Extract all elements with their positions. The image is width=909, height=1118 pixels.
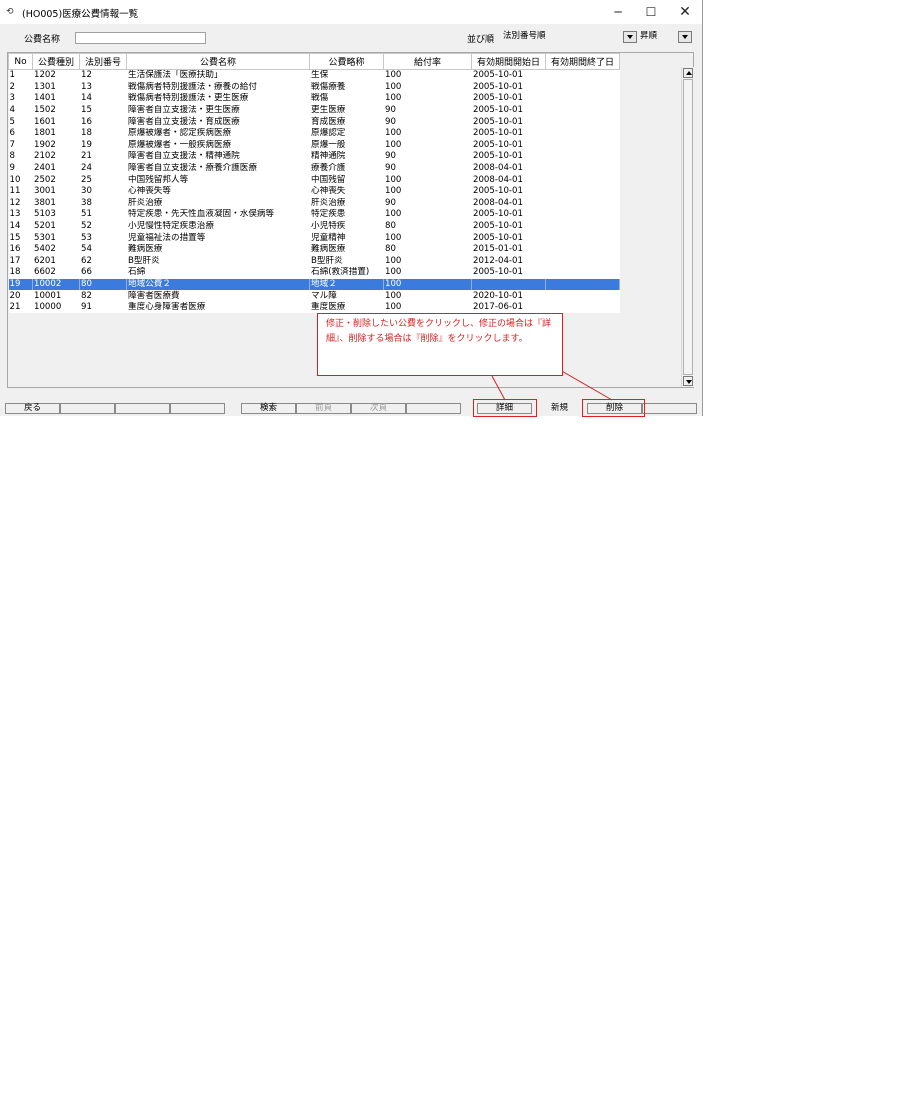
delete-button-highlight bbox=[582, 399, 645, 417]
instruction-callout: 修正・削除したい公費をクリックし、修正の場合は『詳細』、削除する場合は『削除』を… bbox=[317, 313, 563, 376]
detail-button-highlight bbox=[473, 399, 537, 417]
